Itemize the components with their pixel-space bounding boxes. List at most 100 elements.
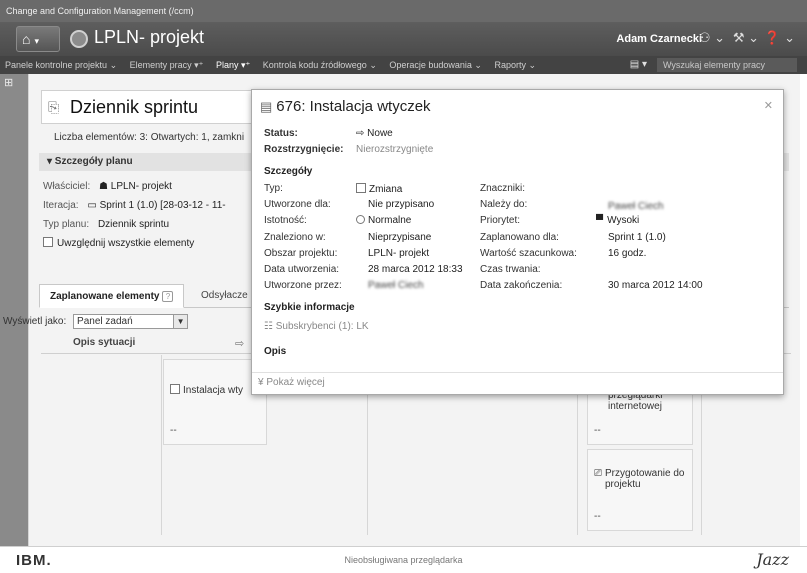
resolution-label: Rozstrzygnięcie: bbox=[264, 144, 344, 155]
item-counts: Liczba elementów: 3: Otwartych: 1, zamkn… bbox=[54, 132, 245, 143]
menu-item-reports[interactable]: Raporty ⌄ bbox=[490, 56, 542, 74]
menu-item-plans[interactable]: Plany ▾⁺ bbox=[211, 56, 255, 74]
status-label: Status: bbox=[264, 128, 298, 139]
settings-icon[interactable]: ⚒ ⌄ bbox=[733, 30, 759, 46]
owner-value[interactable]: ☗ LPLN- projekt bbox=[99, 181, 172, 192]
chevron-down-icon: ▼ bbox=[173, 315, 188, 328]
card-owner: -- bbox=[594, 511, 601, 522]
created-date-label: Data utworzenia: bbox=[264, 264, 340, 275]
task-card[interactable]: ⎚ Przygotowanie do projektu -- bbox=[587, 449, 693, 531]
app-top-strip: Change and Configuration Management (/cc… bbox=[0, 0, 807, 22]
help-icon[interactable]: ❓ ⌄ bbox=[764, 30, 795, 46]
user-name[interactable]: Adam Czarnecki bbox=[616, 33, 702, 45]
planned-for-value[interactable]: Sprint 1 (1.0) bbox=[608, 232, 666, 243]
menu-item-builds[interactable]: Operacje budowania ⌄ bbox=[384, 56, 487, 74]
task-icon bbox=[170, 384, 180, 394]
created-by-value[interactable]: Paweł Ciech bbox=[368, 280, 424, 291]
sprint-title: Dziennik sprintu bbox=[70, 97, 199, 117]
menu-item-dashboards[interactable]: Panele kontrolne projektu ⌄ bbox=[0, 56, 122, 74]
description-title: Opis bbox=[264, 346, 287, 357]
owner-label: Właściciel: bbox=[43, 181, 91, 192]
project-title[interactable]: LPLN- projekt bbox=[94, 27, 204, 48]
status-arrow-icon: ⇨ bbox=[235, 338, 245, 350]
card-owner: -- bbox=[594, 425, 601, 436]
work-item-hover-popup: ▤ 676: Instalacja wtyczek ✕ Status: ⇨ Now… bbox=[251, 89, 784, 395]
resolution-value: Nierozstrzygnięte bbox=[356, 144, 434, 155]
area-label: Obszar projektu: bbox=[264, 248, 338, 259]
column-situation: Opis sytuacji bbox=[73, 337, 136, 348]
menu-item-work-items[interactable]: Elementy pracy ▾⁺ bbox=[125, 56, 209, 74]
type-label: Typ: bbox=[264, 183, 283, 194]
include-all-row[interactable]: Uwzględnij wszystkie elementy bbox=[43, 237, 194, 249]
plan-type-value: Dziennik sprintu bbox=[97, 219, 170, 230]
estimate-label: Wartość szacunkowa: bbox=[480, 248, 577, 259]
chevron-down-icon: ▾ bbox=[34, 36, 39, 46]
work-item-type-icon[interactable]: ▤ ▾ bbox=[630, 56, 647, 74]
tags-label: Znaczniki: bbox=[480, 183, 526, 194]
iteration-value[interactable]: ▭ Sprint 1 (1.0) [28-03-12 - 11- bbox=[87, 200, 225, 211]
duration-label: Czas trwania: bbox=[480, 264, 541, 275]
card-owner: -- bbox=[170, 425, 177, 436]
created-for-label: Utworzone dla: bbox=[264, 199, 331, 210]
subscribers-link[interactable]: ☷ Subskrybenci (1): LK bbox=[264, 321, 369, 332]
area-value[interactable]: LPLN- projekt bbox=[368, 248, 429, 259]
owner-value[interactable]: Paweł Ciech bbox=[608, 201, 664, 212]
details-title: Szczegóły bbox=[264, 166, 313, 177]
unsupported-browser-text: Nieobsługiwana przeglądarka bbox=[344, 555, 463, 565]
found-in-value: Nieprzypisane bbox=[368, 232, 432, 243]
task-icon: ▤ bbox=[260, 99, 273, 114]
search-input[interactable]: Wyszukaj elementy pracy bbox=[657, 58, 797, 72]
created-date-value: 28 marca 2012 18:33 bbox=[368, 264, 463, 275]
menu-item-source-control[interactable]: Kontrola kodu źródłowego ⌄ bbox=[258, 56, 382, 74]
show-more-link[interactable]: ¥ Pokaż więcej bbox=[252, 372, 783, 394]
severity-value: Normalne bbox=[356, 215, 411, 226]
estimate-value: 16 godz. bbox=[608, 248, 647, 259]
severity-icon bbox=[356, 215, 365, 224]
subscribers-icon: ☷ bbox=[264, 321, 276, 332]
help-icon[interactable]: ? bbox=[162, 291, 174, 302]
iteration-icon: ▭ bbox=[87, 200, 100, 211]
owner-row: Właściciel: ☗ LPLN- projekt bbox=[43, 181, 172, 192]
grid-icon[interactable]: ⊞ bbox=[0, 74, 28, 89]
close-icon[interactable]: ✕ bbox=[764, 99, 773, 112]
tab-planned-items[interactable]: Zaplanowane elementy? bbox=[39, 284, 185, 308]
bottom-bar: IBM. Nieobsługiwana przeglądarka Jazz bbox=[0, 546, 807, 573]
card-title: Przygotowanie do projektu bbox=[605, 468, 685, 490]
home-button[interactable]: ⌂ ▾ bbox=[16, 26, 60, 52]
severity-label: Istotność: bbox=[264, 215, 307, 226]
plan-type-label: Typ planu: bbox=[43, 219, 90, 230]
owner-label: Należy do: bbox=[480, 199, 528, 210]
title-bar: ⌂ ▾ LPLN- projekt Adam Czarnecki ⚇ ⌄ ⚒ ⌄ … bbox=[0, 22, 807, 56]
people-icon[interactable]: ⚇ ⌄ bbox=[699, 30, 725, 46]
iteration-label: Iteracja: bbox=[43, 200, 79, 211]
view-as-select[interactable]: Panel zadań ▼ bbox=[73, 314, 189, 329]
change-icon bbox=[356, 183, 366, 193]
menu-bar: Panele kontrolne projektu ⌄ Elementy pra… bbox=[0, 56, 807, 74]
popup-title[interactable]: ▤ 676: Instalacja wtyczek bbox=[260, 98, 431, 115]
quick-info-title: Szybkie informacje bbox=[264, 302, 355, 313]
priority-value: ▀ Wysoki bbox=[596, 215, 640, 226]
task-icon: ⎚ bbox=[594, 468, 602, 479]
end-date-value: 30 marca 2012 14:00 bbox=[608, 280, 703, 291]
include-all-checkbox[interactable] bbox=[43, 237, 53, 247]
plan-type-row: Typ planu: Dziennik sprintu bbox=[43, 219, 169, 230]
priority-label: Priorytet: bbox=[480, 215, 521, 226]
created-for-value: Nie przypisano bbox=[368, 199, 435, 210]
created-by-label: Utworzone przez: bbox=[264, 280, 342, 291]
tab-links[interactable]: Odsyłacze bbox=[191, 284, 258, 308]
priority-high-icon: ▀ bbox=[596, 215, 604, 226]
type-value: Zmiana bbox=[356, 183, 402, 195]
end-date-label: Data zakończenia: bbox=[480, 280, 563, 291]
team-icon: ☗ bbox=[99, 181, 111, 192]
view-as-label: Wyświetl jako: bbox=[3, 316, 67, 328]
found-in-label: Znaleziono w: bbox=[264, 232, 326, 243]
view-as-row: Wyświetl jako: Panel zadań ▼ bbox=[3, 314, 189, 329]
document-icon: ⎘ bbox=[48, 99, 60, 115]
left-ribbon: ⊞ bbox=[0, 74, 28, 546]
status-value: ⇨ Nowe bbox=[356, 128, 393, 139]
planned-for-label: Zaplanowano dla: bbox=[480, 232, 559, 243]
include-all-label: Uwzględnij wszystkie elementy bbox=[57, 238, 195, 249]
card-title: Instalacja wty bbox=[183, 385, 244, 396]
jazz-logo: Jazz bbox=[756, 550, 789, 569]
iteration-row: Iteracja: ▭ Sprint 1 (1.0) [28-03-12 - 1… bbox=[43, 200, 226, 211]
